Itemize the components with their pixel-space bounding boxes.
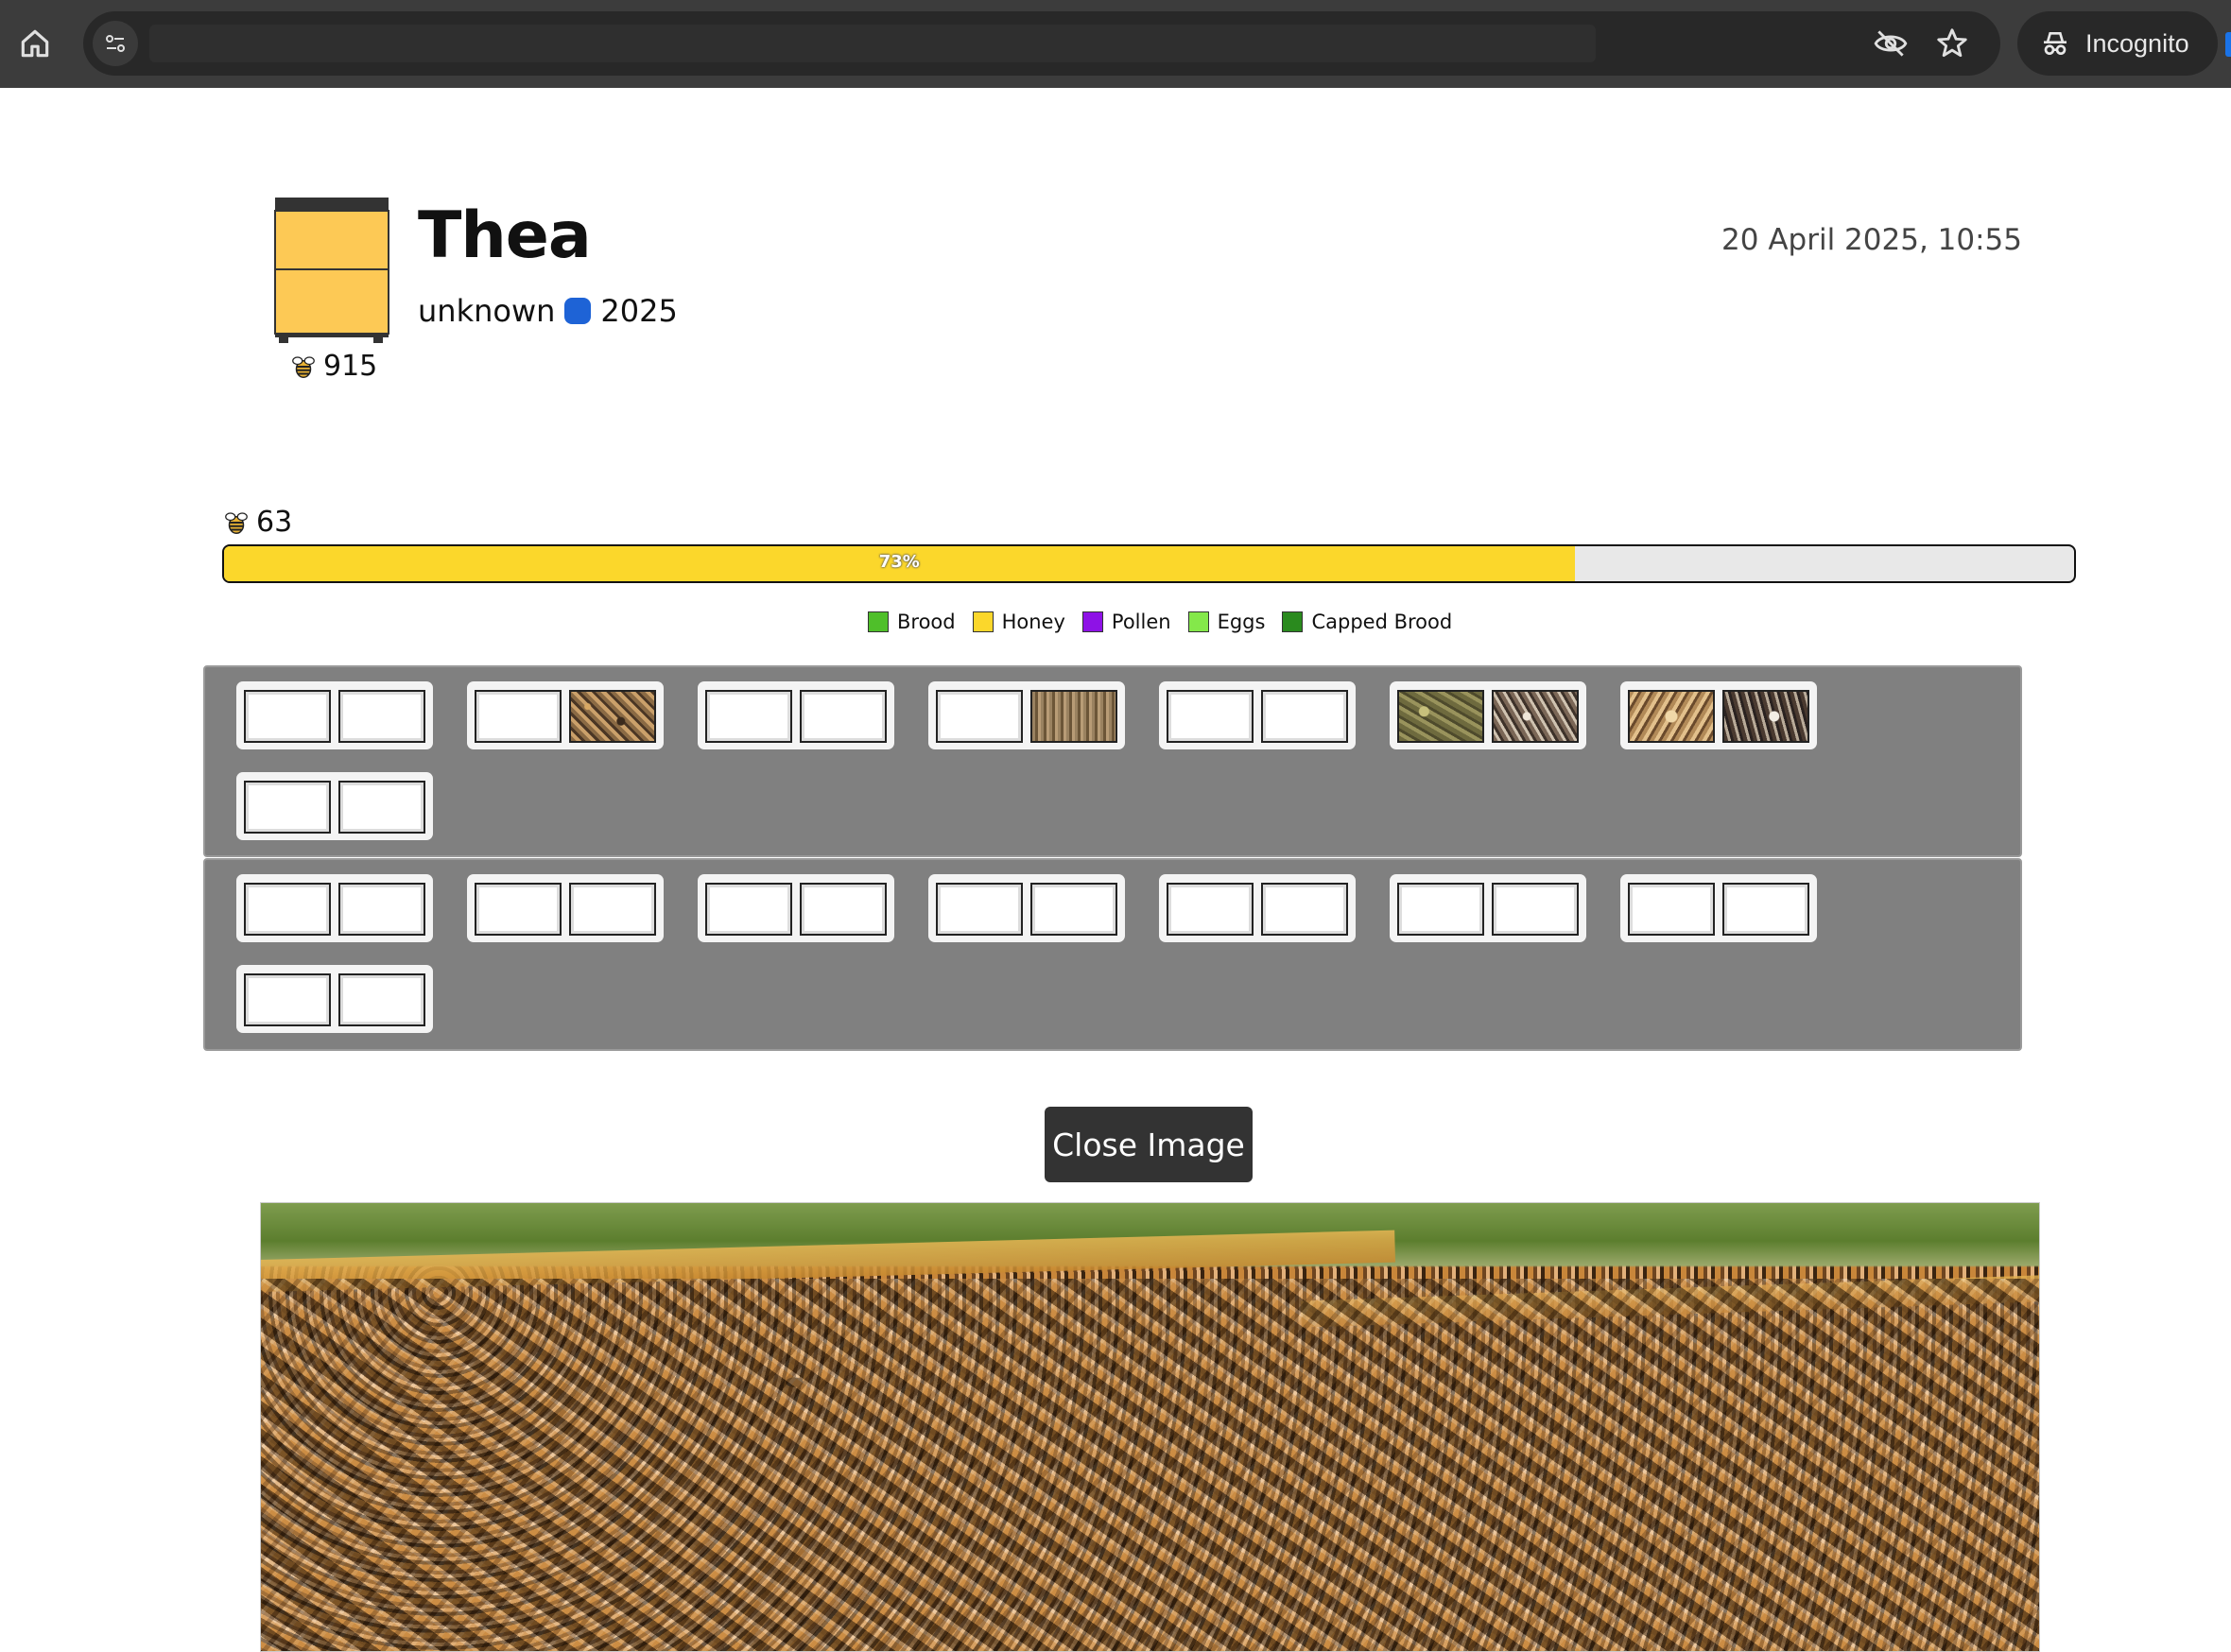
queen-year: 2025 [600, 293, 678, 329]
frame[interactable] [467, 681, 664, 749]
frame-side-empty[interactable] [800, 690, 887, 743]
frame-photo [260, 1202, 2040, 1652]
frame-side-empty[interactable] [338, 690, 425, 743]
frame-side-empty[interactable] [338, 973, 425, 1026]
tune-icon [106, 35, 125, 52]
frame[interactable] [1159, 874, 1356, 942]
bee-icon [225, 511, 248, 534]
frame-side-empty[interactable] [338, 883, 425, 936]
frame-side-empty[interactable] [338, 781, 425, 834]
url-field[interactable] [149, 25, 1596, 62]
frame-side-empty[interactable] [705, 883, 792, 936]
frame[interactable] [467, 874, 664, 942]
frame-side-empty[interactable] [569, 883, 656, 936]
frame-side-empty[interactable] [1628, 883, 1715, 936]
hive-box-2[interactable] [203, 858, 2022, 1051]
frame[interactable] [698, 874, 894, 942]
queen-info: unknown 2025 [418, 293, 678, 329]
legend-label: Honey [1001, 611, 1065, 633]
frame[interactable] [236, 874, 433, 942]
legend-item-eggs: Eggs [1187, 611, 1266, 633]
frame-side-thumbnail[interactable] [1492, 690, 1579, 743]
legend-label: Pollen [1111, 611, 1171, 633]
frame-side-empty[interactable] [1397, 883, 1484, 936]
legend-item-pollen: Pollen [1081, 611, 1171, 633]
incognito-icon [2044, 32, 2067, 55]
legend-item-brood: Brood [868, 611, 956, 633]
frame-side-thumbnail[interactable] [1722, 690, 1809, 743]
frame[interactable] [698, 681, 894, 749]
frame[interactable] [928, 681, 1125, 749]
bee-icon [292, 355, 315, 378]
resource-progress-bar: 73% [222, 544, 2076, 583]
frame[interactable] [236, 681, 433, 749]
legend-item-capped-brood: Capped Brood [1282, 611, 1452, 633]
legend-item-honey: Honey [972, 611, 1065, 633]
box-bee-count-value: 63 [256, 506, 293, 539]
frame[interactable] [1390, 681, 1586, 749]
hive-name: Thea [418, 198, 592, 273]
frame-side-empty[interactable] [1167, 690, 1254, 743]
frame-side-empty[interactable] [1492, 883, 1579, 936]
frame-side-empty[interactable] [475, 883, 562, 936]
legend-swatch [972, 611, 994, 632]
frame-side-thumbnail[interactable] [1628, 690, 1715, 743]
legend-label: Capped Brood [1311, 611, 1453, 633]
hive-icon [274, 198, 389, 343]
hive-bee-count: 915 [289, 350, 377, 383]
frame[interactable] [1620, 681, 1817, 749]
incognito-label: Incognito [2085, 29, 2189, 58]
frame-side-thumbnail[interactable] [1030, 690, 1117, 743]
incognito-badge[interactable]: Incognito [2017, 11, 2218, 76]
frame[interactable] [236, 965, 433, 1033]
hive-box-1[interactable] [203, 665, 2022, 857]
star-icon[interactable] [1934, 26, 1970, 61]
frame-side-empty[interactable] [244, 883, 331, 936]
site-settings-button[interactable] [93, 21, 138, 66]
frame-side-empty[interactable] [244, 781, 331, 834]
frame-side-empty[interactable] [936, 690, 1023, 743]
frame[interactable] [1159, 681, 1356, 749]
inspection-date: 20 April 2025, 10:55 [1721, 223, 2022, 257]
frame-side-empty[interactable] [705, 690, 792, 743]
legend-label: Eggs [1217, 611, 1266, 633]
frame-side-thumbnail[interactable] [569, 690, 656, 743]
frame[interactable] [928, 874, 1125, 942]
frame-photo-bees [261, 1279, 2039, 1651]
legend-swatch [868, 611, 889, 632]
window-edge-accent [2225, 32, 2231, 57]
frame-side-empty[interactable] [244, 690, 331, 743]
frame[interactable] [236, 772, 433, 840]
legend-swatch [1282, 611, 1304, 632]
frame-side-empty[interactable] [1261, 690, 1348, 743]
frame-side-empty[interactable] [244, 973, 331, 1026]
progress-percent: 73% [878, 552, 920, 572]
legend-label: Brood [897, 611, 956, 633]
legend-swatch [1081, 611, 1103, 632]
queen-color-dot [564, 298, 592, 324]
queen-race: unknown [418, 293, 556, 329]
home-icon[interactable] [17, 26, 53, 61]
frame-side-empty[interactable] [1030, 883, 1117, 936]
frame-side-thumbnail[interactable] [1397, 690, 1484, 743]
frame-side-empty[interactable] [1722, 883, 1809, 936]
close-image-button[interactable]: Close Image [1045, 1107, 1253, 1182]
frame[interactable] [1390, 874, 1586, 942]
frame-side-empty[interactable] [936, 883, 1023, 936]
frame[interactable] [1620, 874, 1817, 942]
hive-bee-count-value: 915 [323, 350, 378, 383]
frame-side-empty[interactable] [1167, 883, 1254, 936]
legend: Brood Honey Pollen Eggs Capped Brood [868, 611, 1452, 633]
browser-toolbar: Incognito [0, 0, 2231, 88]
frame-side-empty[interactable] [800, 883, 887, 936]
frame-side-empty[interactable] [1261, 883, 1348, 936]
legend-swatch [1187, 611, 1209, 632]
frame-side-empty[interactable] [475, 690, 562, 743]
box-bee-count: 63 [222, 506, 292, 539]
address-bar[interactable] [83, 11, 2000, 76]
eye-off-icon[interactable] [1872, 26, 1910, 61]
